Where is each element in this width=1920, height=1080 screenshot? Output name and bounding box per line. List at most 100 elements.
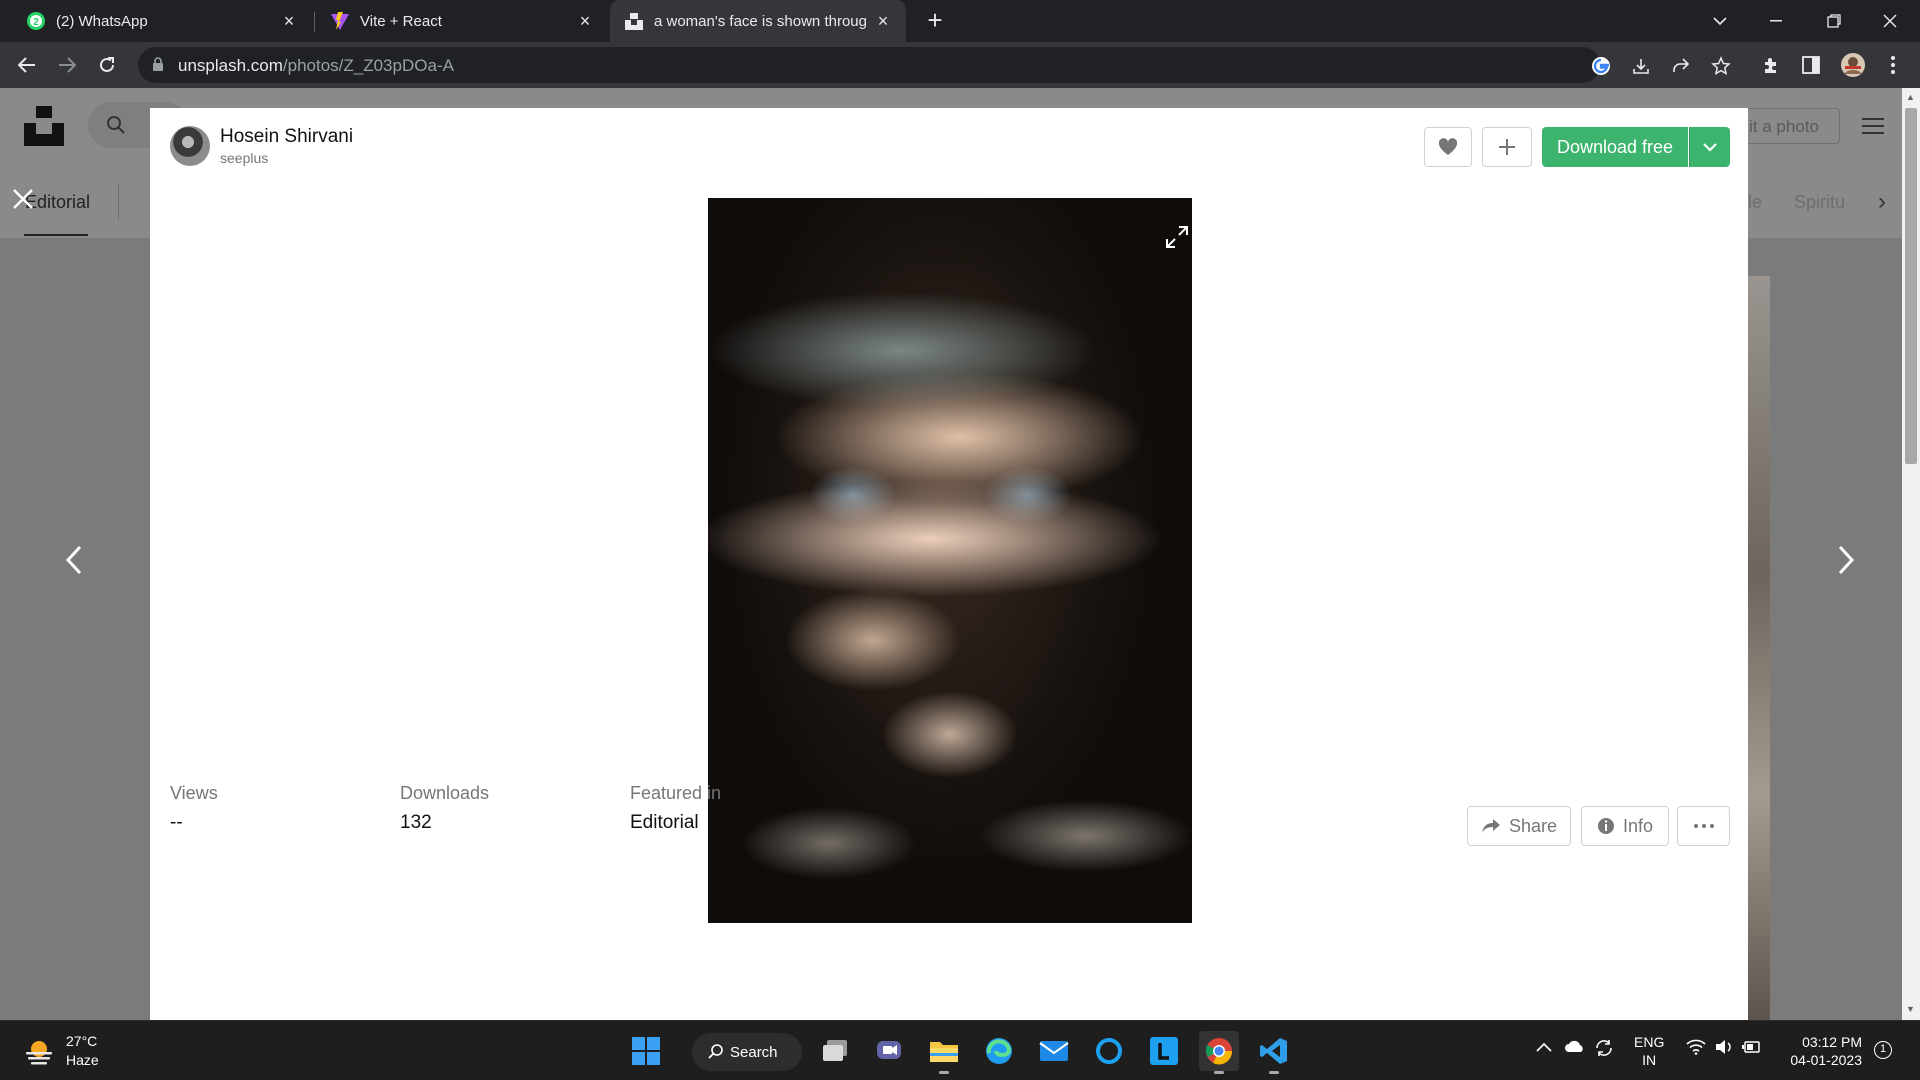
- scrollbar-thumb[interactable]: [1905, 108, 1917, 464]
- browser-toolbar: unsplash.com/photos/Z_Z03pDOa-A: [0, 42, 1920, 88]
- weather-condition[interactable]: Haze: [66, 1052, 99, 1068]
- download-options-button[interactable]: [1689, 127, 1730, 167]
- scroll-up-arrow-icon[interactable]: ▲: [1906, 92, 1915, 102]
- add-to-collection-button[interactable]: [1482, 127, 1532, 167]
- chrome-icon[interactable]: [1199, 1031, 1239, 1074]
- chevron-up-icon[interactable]: [1536, 1039, 1552, 1055]
- nav-topic[interactable]: Spiritu: [1794, 192, 1845, 213]
- notification-badge[interactable]: 1: [1874, 1041, 1892, 1059]
- search-icon: [107, 116, 125, 134]
- weather-haze-icon[interactable]: [24, 1037, 54, 1067]
- info-label: Info: [1622, 815, 1654, 836]
- l-app-icon[interactable]: [1144, 1031, 1184, 1071]
- stat-value: --: [170, 812, 183, 833]
- chevron-down-icon: [1713, 17, 1727, 26]
- browser-menu-icon[interactable]: [1880, 52, 1906, 78]
- tab-title: Vite + React: [360, 12, 442, 30]
- teams-chat-icon[interactable]: [869, 1031, 909, 1071]
- tab-divider: [314, 12, 315, 32]
- vscode-icon[interactable]: [1254, 1031, 1294, 1074]
- restore-button[interactable]: [1806, 0, 1862, 42]
- scroll-down-arrow-icon[interactable]: ▼: [1906, 1004, 1915, 1014]
- sync-icon[interactable]: [1594, 1039, 1614, 1060]
- hamburger-menu-icon[interactable]: [1862, 118, 1884, 139]
- stat-downloads: Downloads 132: [400, 783, 489, 834]
- vite-icon: [330, 11, 350, 31]
- plus-icon: [1499, 139, 1515, 155]
- profile-avatar[interactable]: [1840, 52, 1866, 78]
- stat-featured: Featured in Editorial: [630, 783, 721, 834]
- background-photo: [1748, 276, 1770, 1020]
- windows-taskbar: 27°C Haze Search ENG IN 03:12 PM 04-01-2…: [0, 1020, 1920, 1080]
- start-button[interactable]: [626, 1031, 666, 1071]
- clock-date: 04-01-2023: [1790, 1052, 1862, 1068]
- download-button[interactable]: Download free: [1542, 127, 1688, 167]
- google-icon[interactable]: [1590, 55, 1612, 77]
- tab-close-icon[interactable]: ×: [280, 12, 298, 30]
- lock-icon[interactable]: [152, 57, 164, 77]
- new-tab-button[interactable]: +: [922, 7, 948, 34]
- system-clock[interactable]: 03:12 PM 04-01-2023: [1782, 1033, 1862, 1069]
- search-icon: [708, 1044, 723, 1059]
- minimize-button[interactable]: [1748, 0, 1804, 42]
- nav-topic[interactable]: le: [1748, 192, 1762, 213]
- chevron-down-icon: [1703, 142, 1717, 152]
- close-icon: [13, 189, 33, 209]
- tab-close-icon[interactable]: ×: [874, 12, 892, 30]
- taskbar-search[interactable]: Search: [692, 1033, 802, 1071]
- stat-label: Downloads: [400, 783, 490, 803]
- close-window-button[interactable]: [1862, 0, 1918, 42]
- tab-unsplash[interactable]: a woman's face is shown through ×: [610, 0, 906, 42]
- next-photo-button[interactable]: [1826, 540, 1866, 580]
- tab-search-button[interactable]: [1692, 0, 1748, 42]
- chevron-right-icon[interactable]: ›: [1878, 188, 1886, 216]
- tab-vite[interactable]: Vite + React ×: [316, 0, 608, 42]
- close-modal-button[interactable]: [12, 188, 38, 214]
- extensions-icon[interactable]: [1758, 52, 1784, 78]
- reload-button[interactable]: [92, 50, 122, 80]
- page-scrollbar[interactable]: ▲ ▼: [1902, 88, 1920, 1020]
- expand-icon[interactable]: [1164, 224, 1192, 252]
- nav-divider: [118, 184, 119, 220]
- task-view-icon[interactable]: [815, 1031, 855, 1071]
- active-tab-indicator: [24, 234, 88, 236]
- share-icon: [1481, 819, 1500, 833]
- weather-temperature[interactable]: 27°C: [66, 1033, 97, 1049]
- info-button[interactable]: Info: [1581, 806, 1669, 846]
- back-button[interactable]: [12, 50, 42, 80]
- whatsapp-icon: 2: [26, 11, 46, 31]
- language-code: ENG: [1634, 1034, 1665, 1050]
- more-options-button[interactable]: [1677, 806, 1730, 846]
- chevron-left-icon: [65, 545, 82, 575]
- onedrive-icon[interactable]: [1564, 1039, 1586, 1056]
- forward-button[interactable]: [52, 50, 82, 80]
- tab-whatsapp[interactable]: 2 (2) WhatsApp ×: [12, 0, 312, 42]
- tab-close-icon[interactable]: ×: [576, 12, 594, 30]
- running-indicator: [939, 1071, 949, 1074]
- language-indicator[interactable]: ENG IN: [1634, 1033, 1664, 1069]
- like-button[interactable]: [1424, 127, 1472, 167]
- side-panel-icon[interactable]: [1798, 52, 1824, 78]
- author-avatar[interactable]: [170, 126, 210, 166]
- cortana-icon[interactable]: [1089, 1031, 1129, 1071]
- tab-title: (2) WhatsApp: [56, 12, 148, 30]
- install-app-icon[interactable]: [1630, 55, 1652, 77]
- author-username[interactable]: seeplus: [220, 150, 268, 166]
- share-label: Share: [1508, 815, 1558, 836]
- file-explorer-icon[interactable]: [924, 1031, 964, 1074]
- volume-icon[interactable]: [1714, 1039, 1734, 1058]
- share-button[interactable]: Share: [1467, 806, 1571, 846]
- previous-photo-button[interactable]: [54, 540, 94, 580]
- main-photo[interactable]: [708, 198, 1192, 923]
- share-page-icon[interactable]: [1670, 55, 1692, 77]
- bookmark-star-icon[interactable]: [1710, 55, 1732, 77]
- address-bar[interactable]: unsplash.com/photos/Z_Z03pDOa-A: [138, 47, 1731, 83]
- wifi-icon[interactable]: [1686, 1039, 1706, 1058]
- running-indicator: [1214, 1071, 1224, 1074]
- unsplash-logo[interactable]: [24, 106, 64, 146]
- battery-icon[interactable]: [1742, 1039, 1762, 1058]
- stat-value[interactable]: Editorial: [630, 812, 721, 834]
- author-name[interactable]: Hosein Shirvani: [220, 126, 353, 148]
- mail-icon[interactable]: [1034, 1031, 1074, 1071]
- edge-icon[interactable]: [979, 1031, 1019, 1071]
